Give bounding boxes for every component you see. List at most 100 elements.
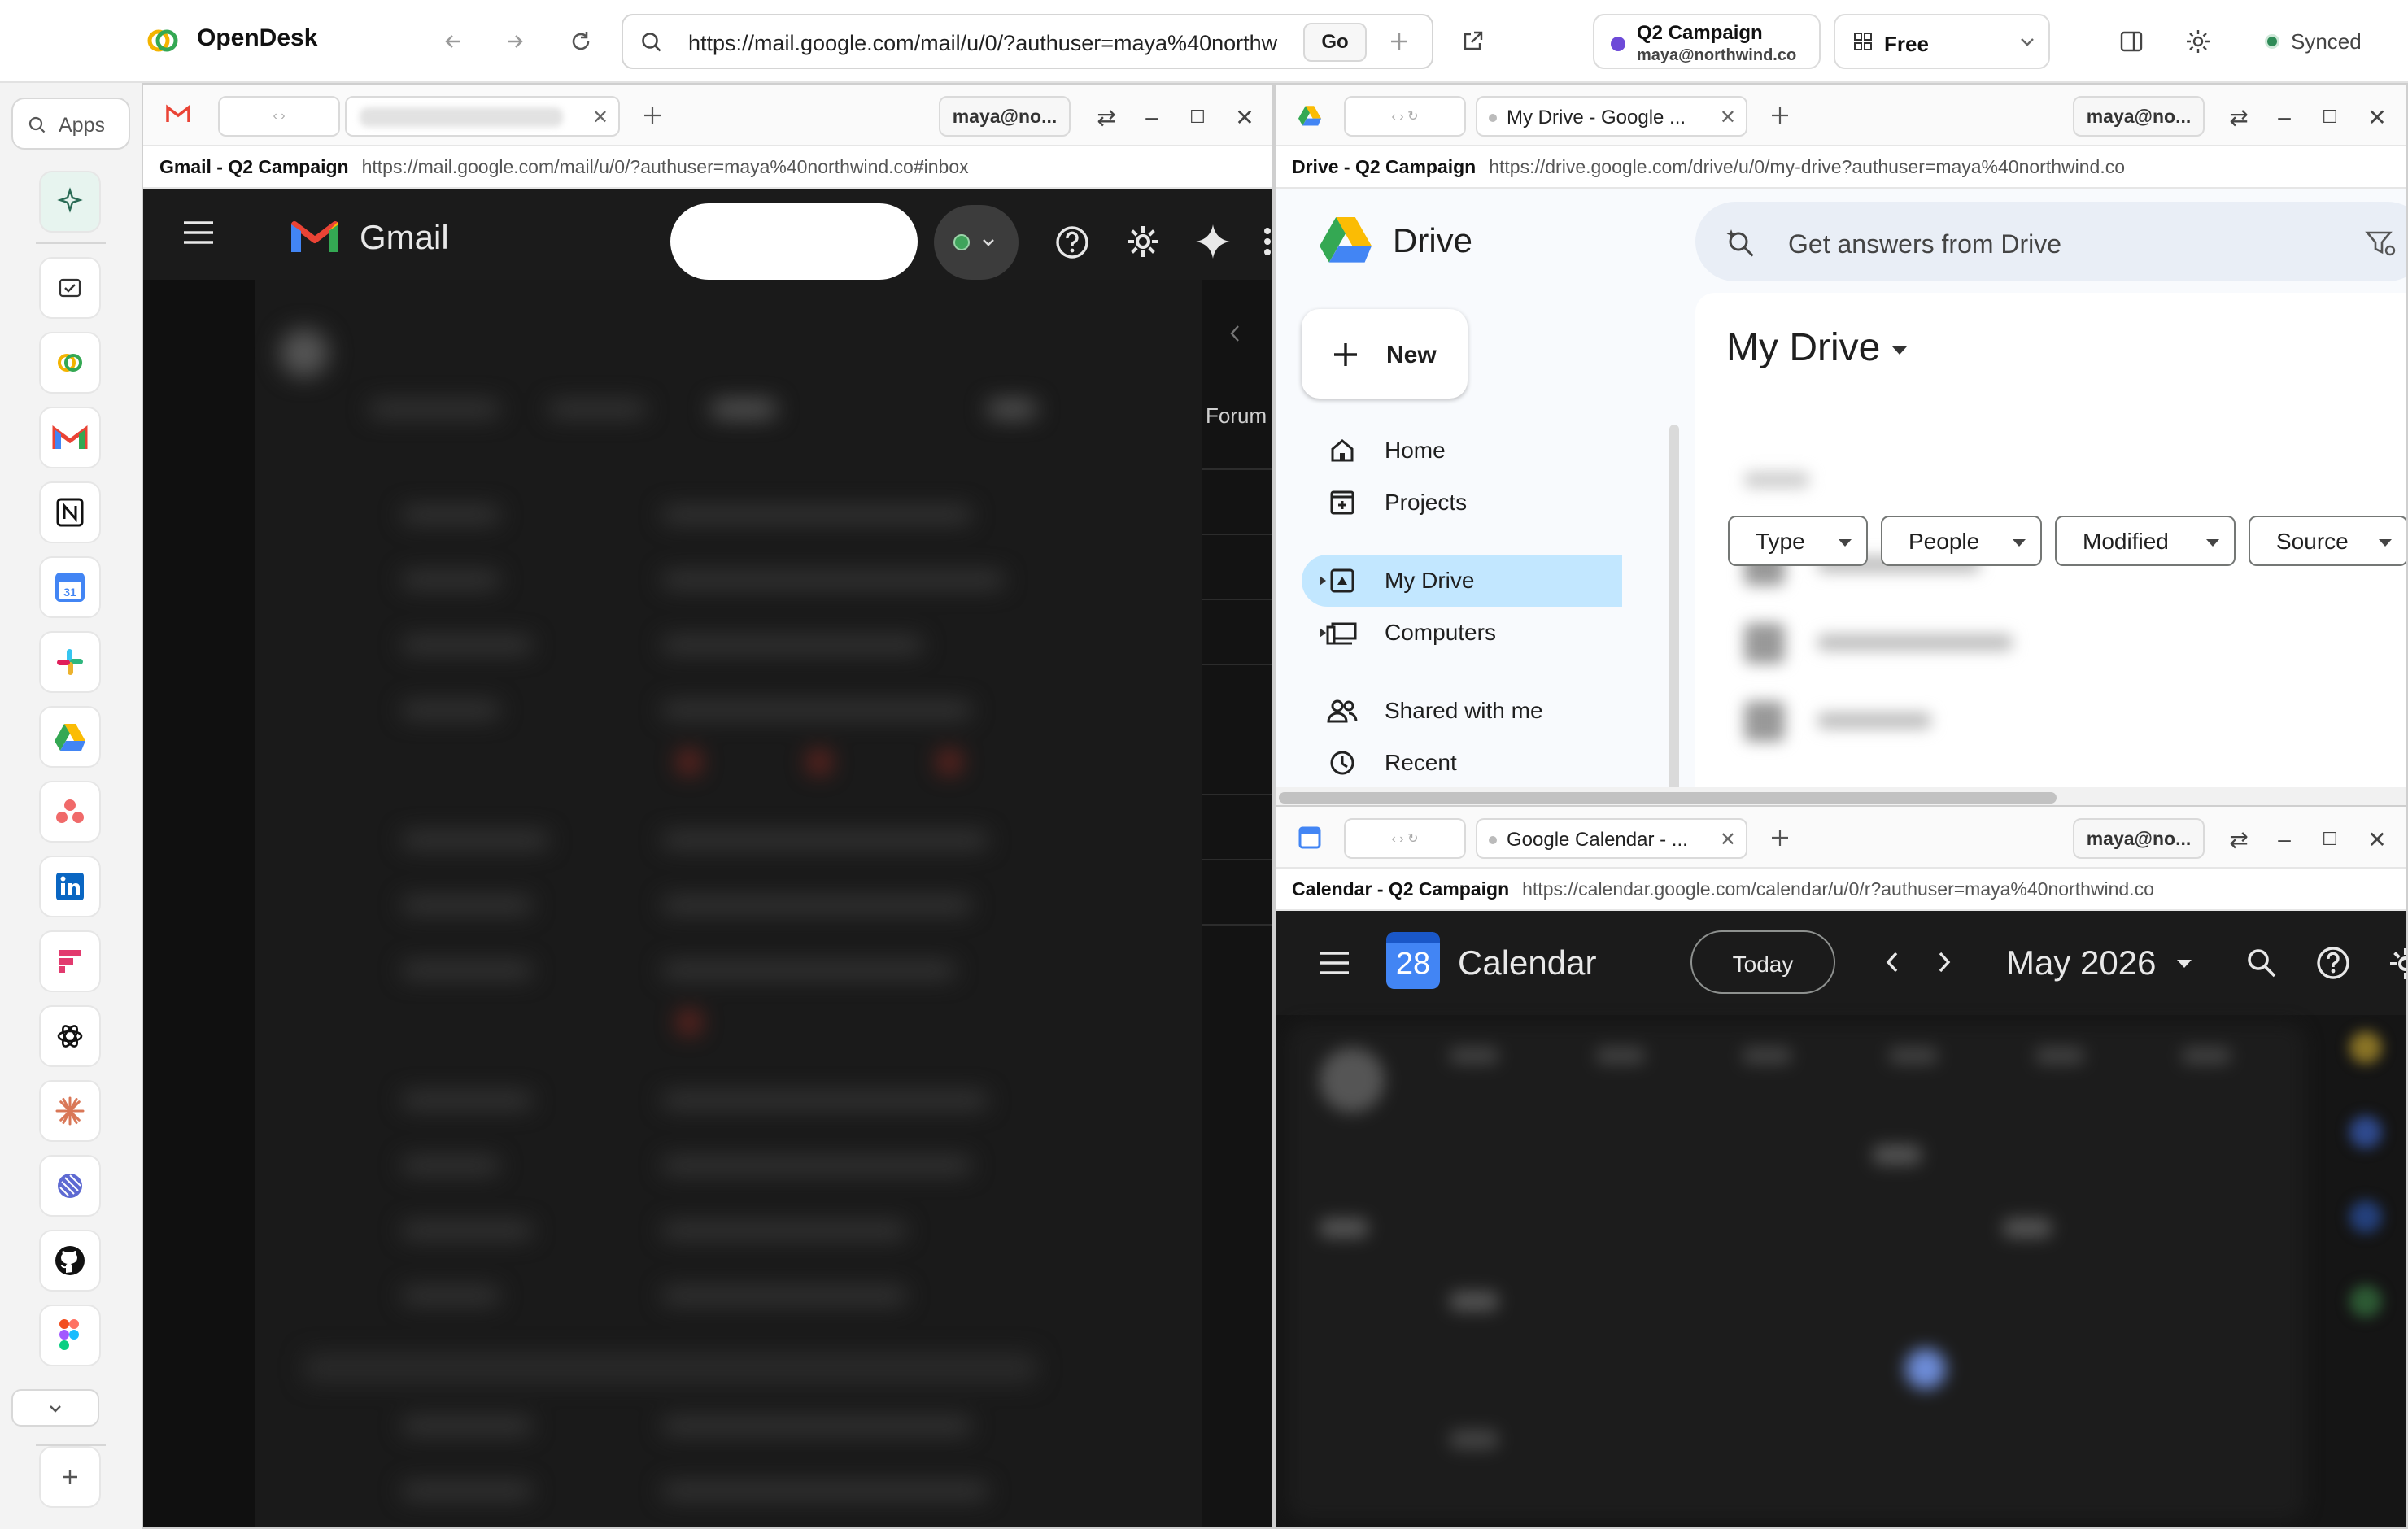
dock-opendesk-ai-icon[interactable] — [39, 171, 101, 233]
gmail-nav-buttons[interactable]: ‹ › — [218, 96, 340, 137]
menu-icon[interactable] — [182, 220, 215, 246]
maximize-icon[interactable]: ☐ — [2314, 101, 2346, 133]
calendar-page-info: Calendar - Q2 Campaign https://calendar.… — [1276, 869, 2406, 911]
filter-people[interactable]: People — [1881, 516, 2042, 566]
calendar-nav-buttons[interactable]: ‹ › ↻ — [1344, 818, 1466, 859]
dock-github-icon[interactable] — [39, 1230, 101, 1292]
filter-type-label: Type — [1756, 529, 1805, 554]
drive-search-bar[interactable]: Get answers from Drive — [1695, 202, 2406, 281]
calendar-month-label[interactable]: May 2026 — [2006, 943, 2156, 982]
dock-opendesk-icon[interactable] — [39, 332, 101, 394]
dock-asana-icon[interactable] — [39, 781, 101, 843]
today-button[interactable]: Today — [1690, 930, 1835, 994]
new-tab-plus-icon[interactable] — [1770, 828, 1790, 847]
filter-source[interactable]: Source — [2249, 516, 2406, 566]
search-icon[interactable] — [2245, 947, 2278, 979]
settings-gear-icon[interactable] — [2179, 22, 2218, 61]
dock-slack-icon[interactable] — [39, 631, 101, 693]
month-dropdown-icon[interactable] — [2175, 958, 2193, 969]
calendar-profile-pill[interactable]: maya@no... — [2073, 818, 2205, 859]
plan-selector[interactable]: Free — [1834, 14, 2050, 69]
new-tab-plus-icon[interactable] — [643, 106, 662, 125]
minimize-icon[interactable]: – — [2268, 823, 2301, 856]
chevron-right-icon[interactable] — [1936, 950, 1952, 974]
drive-page-title: Drive - Q2 Campaign — [1292, 155, 1477, 177]
address-bar-url[interactable]: https://mail.google.com/mail/u/0/?authus… — [688, 31, 1315, 56]
nav-projects[interactable]: Projects — [1302, 477, 1467, 529]
dock-drive-icon[interactable] — [39, 706, 101, 768]
reload-icon[interactable] — [561, 22, 600, 61]
close-icon[interactable]: ✕ — [2361, 823, 2393, 856]
apps-search-button[interactable]: Apps — [11, 98, 130, 150]
plan-label: Free — [1884, 32, 1929, 56]
settings-gear-icon[interactable] — [2387, 945, 2408, 982]
drive-app: Drive Get answers from Drive New Home Pr… — [1276, 189, 2406, 805]
dock-gmail-icon[interactable] — [39, 407, 101, 468]
gmail-search-field[interactable] — [670, 203, 918, 280]
swap-icon[interactable]: ⇄ — [2223, 823, 2255, 856]
gmail-page-url: https://mail.google.com/mail/u/0/?authus… — [361, 155, 969, 177]
filter-type[interactable]: Type — [1728, 516, 1868, 566]
heading-dropdown-icon[interactable] — [1891, 345, 1909, 356]
calendar-panel: ‹ › ↻ Google Calendar - ... ✕ maya@no...… — [1274, 805, 2408, 1529]
nav-recent[interactable]: Recent — [1302, 737, 1457, 789]
chevron-left-icon[interactable] — [1228, 324, 1241, 343]
dock-add-app-button[interactable] — [39, 1446, 101, 1508]
more-vert-icon[interactable] — [1261, 223, 1274, 260]
status-selector[interactable] — [934, 205, 1019, 280]
calendar-tab[interactable]: Google Calendar - ... ✕ — [1476, 818, 1747, 859]
plus-icon — [63, 1470, 77, 1484]
gmail-tab-forums[interactable]: Forum — [1206, 403, 1267, 429]
maximize-icon[interactable]: ☐ — [2314, 823, 2346, 856]
open-external-icon[interactable] — [1453, 22, 1492, 61]
minimize-icon[interactable]: – — [1136, 101, 1168, 133]
gemini-sparkle-icon[interactable] — [1194, 223, 1232, 260]
go-button[interactable]: Go — [1303, 23, 1367, 62]
help-icon[interactable] — [1054, 224, 1090, 260]
dock-linkedin-icon[interactable] — [39, 856, 101, 917]
forward-arrow-icon[interactable] — [495, 22, 534, 61]
new-button[interactable]: New — [1302, 309, 1468, 399]
maximize-icon[interactable]: ☐ — [1181, 101, 1214, 133]
dock-linear-icon[interactable] — [39, 1155, 101, 1217]
close-icon[interactable]: ✕ — [2361, 101, 2393, 133]
horizontal-scrollbar-thumb[interactable] — [1279, 792, 2057, 804]
new-tab-plus-icon[interactable] — [1770, 106, 1790, 125]
dock-calendar-icon[interactable]: 31 — [39, 556, 101, 618]
dock-claude-icon[interactable] — [39, 1080, 101, 1142]
workspace-selector[interactable]: Q2 Campaign maya@northwind.co — [1593, 14, 1821, 69]
menu-icon[interactable] — [1318, 950, 1350, 976]
new-tab-plus-icon[interactable] — [1380, 22, 1419, 61]
close-tab-icon[interactable]: ✕ — [1720, 106, 1736, 129]
swap-icon[interactable]: ⇄ — [2223, 101, 2255, 133]
address-bar[interactable]: https://mail.google.com/mail/u/0/?authus… — [622, 14, 1433, 69]
dock-chatgpt-icon[interactable] — [39, 1005, 101, 1067]
close-icon[interactable]: ✕ — [1228, 101, 1261, 133]
swap-icon[interactable]: ⇄ — [1090, 101, 1123, 133]
drive-profile-pill[interactable]: maya@no... — [2073, 96, 2205, 137]
nav-shared[interactable]: Shared with me — [1302, 685, 1543, 737]
back-arrow-icon[interactable] — [434, 22, 473, 61]
dock-notion-icon[interactable] — [39, 481, 101, 543]
search-options-icon[interactable] — [2364, 228, 2397, 257]
gmail-tab[interactable]: ✕ — [345, 96, 620, 137]
nav-my-drive[interactable]: My Drive — [1302, 555, 1474, 607]
gmail-profile-pill[interactable]: maya@no... — [939, 96, 1071, 137]
drive-nav-buttons[interactable]: ‹ › ↻ — [1344, 96, 1466, 137]
drive-tab[interactable]: My Drive - Google ... ✕ — [1476, 96, 1747, 137]
dock-more-button[interactable] — [11, 1389, 99, 1427]
settings-gear-icon[interactable] — [1124, 223, 1162, 260]
help-icon[interactable] — [2315, 945, 2351, 981]
minimize-icon[interactable]: – — [2268, 101, 2301, 133]
nav-computers[interactable]: Computers — [1302, 607, 1496, 659]
chevron-left-icon[interactable] — [1884, 950, 1900, 974]
dock-figma-icon[interactable] — [39, 1305, 101, 1366]
dock-tasks-icon[interactable] — [39, 257, 101, 319]
filter-modified[interactable]: Modified — [2055, 516, 2236, 566]
split-view-icon[interactable] — [2112, 22, 2151, 61]
dock-productboard-icon[interactable] — [39, 930, 101, 992]
nav-scrollbar[interactable] — [1669, 425, 1679, 805]
close-tab-icon[interactable]: ✕ — [592, 106, 609, 129]
nav-home[interactable]: Home — [1302, 425, 1446, 477]
close-tab-icon[interactable]: ✕ — [1720, 828, 1736, 852]
